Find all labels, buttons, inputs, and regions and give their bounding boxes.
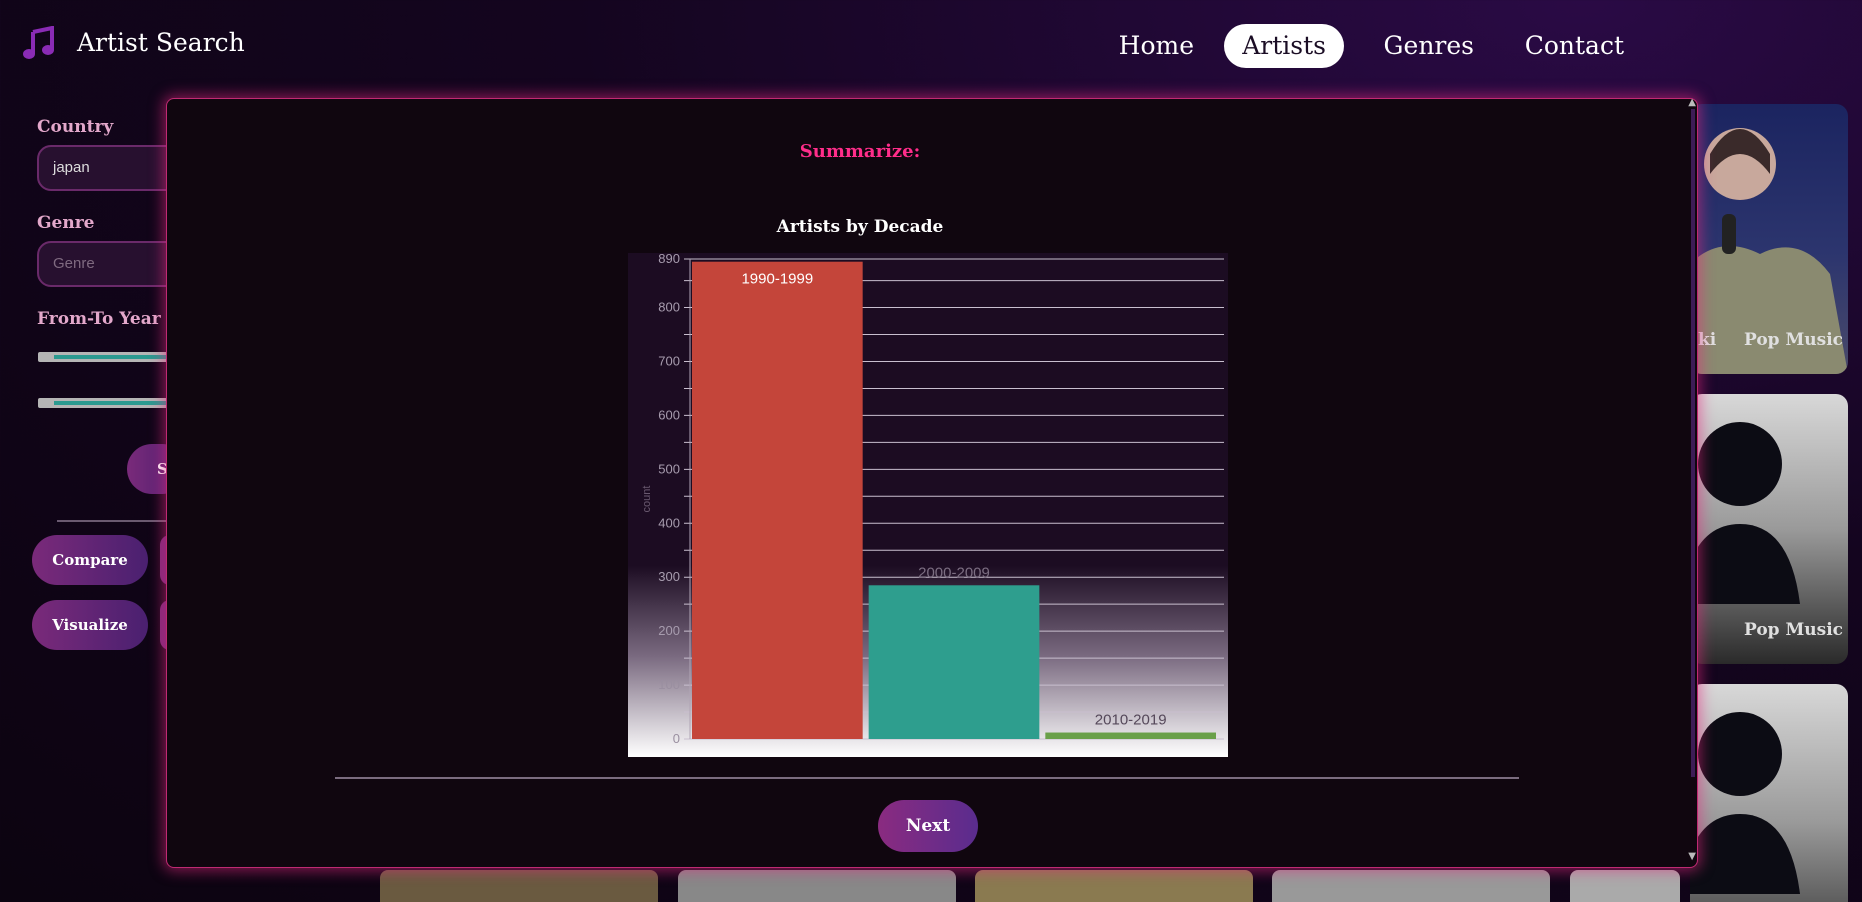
- modal-overlay: Summarize: Artists by Decade 1990-1999 20…: [0, 0, 1862, 902]
- y-tick-label: 600: [658, 407, 680, 422]
- y-tick-label: 300: [658, 569, 680, 584]
- bar-2010-2019[interactable]: [1045, 732, 1216, 739]
- y-tick-label: 100: [658, 677, 680, 692]
- y-tick-label: 0: [673, 731, 680, 746]
- chart-title: Artists by Decade: [776, 217, 944, 237]
- y-axis-label: count: [641, 486, 653, 513]
- y-tick-label: 500: [658, 461, 680, 476]
- bar-label: 2000-2009: [918, 564, 990, 581]
- bar-2000-2009[interactable]: [868, 585, 1040, 739]
- modal-divider: [335, 777, 1519, 779]
- y-tick-label: 200: [658, 623, 680, 638]
- bar-1990-1999[interactable]: [692, 261, 863, 739]
- bar-label: 2010-2019: [1095, 712, 1167, 729]
- y-tick-label: 800: [658, 300, 680, 315]
- summary-modal: Summarize: Artists by Decade 1990-1999 20…: [166, 97, 1698, 868]
- y-tick-label: 700: [658, 353, 680, 368]
- summarize-heading: Summarize:: [799, 141, 921, 162]
- next-button[interactable]: Next: [878, 800, 978, 852]
- artists-by-decade-chart: 1990-1999 2000-2009 2010-2019 0 100 200 300 40…: [628, 253, 1228, 757]
- y-tick-label: 890: [658, 253, 680, 266]
- scroll-up-arrow[interactable]: ▲: [1688, 97, 1696, 108]
- scroll-down-arrow[interactable]: ▼: [1688, 851, 1696, 862]
- modal-scrollbar[interactable]: [1691, 109, 1695, 777]
- y-tick-label: 400: [658, 515, 680, 530]
- bar-label: 1990-1999: [741, 271, 813, 288]
